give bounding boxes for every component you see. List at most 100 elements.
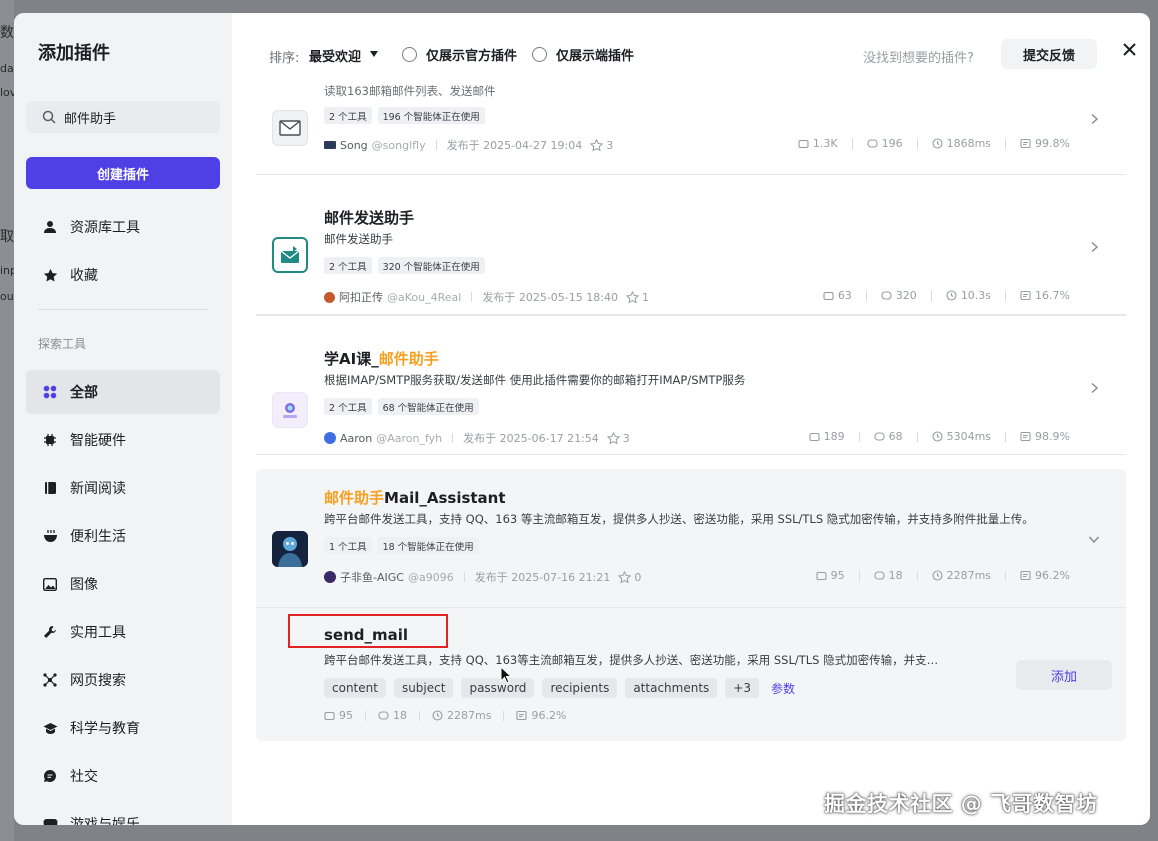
sidebar-divider (38, 309, 208, 310)
feedback-button[interactable]: 提交反馈 (1001, 39, 1097, 69)
sidebar-item-label: 便利生活 (70, 529, 126, 545)
section-label: 探索工具 (38, 337, 87, 351)
plugin-name: 邮件发送助手 (324, 209, 415, 227)
radio-label: 仅展示官方插件 (426, 49, 518, 64)
agent-icon (874, 432, 885, 441)
author-name[interactable]: Song (340, 139, 368, 152)
star-count[interactable]: 1 (625, 290, 649, 304)
robot-avatar-logo (272, 531, 308, 567)
avatar (324, 432, 336, 444)
plugin-card[interactable]: 读取163邮箱邮件列表、发送邮件 2 个工具 196 个智能体正在使用 Song… (256, 85, 1126, 175)
toolbar: 排序: 最受欢迎 仅展示官方插件 仅展示端插件 没找到想要的插件? 提交反馈 (232, 13, 1150, 85)
param-chip: subject (393, 678, 454, 698)
sidebar-item-web-search[interactable]: 网页搜索 (26, 658, 220, 702)
sidebar-item-favorites[interactable]: 收藏 (26, 253, 220, 297)
params-link[interactable]: 参数 (771, 680, 795, 697)
star-outline-icon (590, 138, 604, 151)
avatar (324, 571, 336, 583)
sidebar-item-label: 新闻阅读 (70, 481, 126, 497)
sidebar-item-games[interactable]: 游戏与娱乐 (26, 802, 220, 825)
chevron-right-icon[interactable] (1088, 113, 1100, 125)
backdrop-text: 取 (0, 229, 14, 245)
author-handle: @Aaron_fyh (376, 431, 443, 445)
latency-stat: 2287ms (432, 709, 491, 722)
add-plugin-modal: 添加插件 邮件助手 创建插件 资源库工具 收藏 探索工具 全部 智能硬件 新闻阅… (14, 13, 1150, 825)
chevron-down-icon[interactable] (1088, 533, 1100, 545)
success-rate-stat: 96.2% (516, 709, 566, 722)
param-more-chip[interactable]: +3 (725, 678, 759, 698)
chip-icon (42, 432, 58, 448)
sidebar-item-news[interactable]: 新闻阅读 (26, 466, 220, 510)
plugin-card[interactable]: 邮件发送助手 邮件发送助手 2 个工具 320 个智能体正在使用 阿扣正传 @a… (256, 175, 1126, 315)
not-found-hint: 没找到想要的插件? (863, 51, 974, 66)
agent-icon (378, 711, 389, 720)
chevron-right-icon[interactable] (1088, 241, 1100, 253)
publish-date: 发布于 2025-06-17 21:54 (463, 432, 599, 445)
tool-count-tag: 2 个工具 (324, 398, 372, 415)
bots-stat: 18 (874, 569, 903, 582)
sidebar-item-label: 网页搜索 (70, 673, 126, 689)
bots-stat: 18 (378, 709, 407, 722)
add-tool-button[interactable]: 添加 (1016, 660, 1112, 690)
doc-icon (1020, 570, 1031, 581)
author-handle: @aKou_4Real (387, 290, 462, 304)
sidebar-item-education[interactable]: 科学与教育 (26, 706, 220, 750)
bots-stat: 196 (867, 137, 903, 150)
sidebar-item-all[interactable]: 全部 (26, 370, 220, 414)
author-name[interactable]: 子非鱼-AIGC (340, 569, 404, 585)
radio-label: 仅展示端插件 (556, 49, 635, 64)
tool-count-tag: 1 个工具 (324, 537, 372, 554)
star-count[interactable]: 0 (618, 570, 641, 584)
param-list: content subject password recipients atta… (324, 678, 795, 698)
caret-down-icon[interactable] (370, 51, 378, 57)
author-name[interactable]: Aaron (340, 432, 372, 445)
star-outline-icon (618, 570, 632, 583)
plugin-name: 邮件助手Mail_Assistant (324, 489, 506, 507)
author-handle: @songlfly (371, 138, 426, 152)
tool-description: 跨平台邮件发送工具，支持 QQ、163等主流邮箱互发，提供多人抄送、密送功能，采… (324, 653, 939, 667)
chevron-right-icon[interactable] (1088, 382, 1100, 394)
bot-icon (809, 432, 820, 442)
sidebar-item-hardware[interactable]: 智能硬件 (26, 418, 220, 462)
radio-circle[interactable] (402, 47, 417, 62)
filter-client-radio[interactable]: 仅展示端插件 (532, 45, 634, 64)
plugin-card[interactable]: 学AI课_邮件助手 根据IMAP/SMTP服务获取/发送邮件 使用此插件需要你的… (256, 315, 1126, 455)
sort-dropdown[interactable]: 最受欢迎 (309, 46, 361, 65)
divider (452, 433, 454, 443)
sidebar-item-library-tools[interactable]: 资源库工具 (26, 205, 220, 249)
filter-official-radio[interactable]: 仅展示官方插件 (402, 45, 517, 64)
agent-icon (874, 571, 885, 580)
sidebar-item-social[interactable]: 社交 (26, 754, 220, 798)
create-plugin-button[interactable]: 创建插件 (26, 157, 220, 189)
close-icon[interactable] (1120, 40, 1138, 58)
modal-title: 添加插件 (38, 43, 110, 64)
sidebar-item-utilities[interactable]: 实用工具 (26, 610, 220, 654)
tool-count-tag: 2 个工具 (324, 107, 372, 124)
author-name[interactable]: 阿扣正传 (339, 289, 383, 305)
bots-stat: 68 (874, 430, 903, 443)
backdrop-edge (0, 0, 14, 841)
radio-circle[interactable] (532, 47, 547, 62)
sidebar-item-image[interactable]: 图像 (26, 562, 220, 606)
param-chip: attachments (625, 678, 718, 698)
calls-stat: 95 (324, 709, 353, 722)
ai-course-logo (272, 392, 308, 428)
search-input[interactable]: 邮件助手 (26, 101, 220, 133)
grid-icon (42, 384, 58, 400)
doc-icon (1020, 290, 1031, 301)
plugin-description: 邮件发送助手 (324, 232, 393, 246)
clock-icon (932, 570, 943, 581)
star-count[interactable]: 3 (606, 431, 630, 445)
plugin-description: 根据IMAP/SMTP服务获取/发送邮件 使用此插件需要你的邮箱打开IMAP/S… (324, 373, 746, 387)
clock-icon (946, 290, 957, 301)
star-count[interactable]: 3 (590, 138, 613, 152)
sidebar-item-label: 图像 (70, 577, 98, 593)
agent-icon (881, 291, 892, 300)
bot-icon (324, 711, 335, 721)
latency-stat: 10.3s (946, 289, 991, 302)
search-icon (42, 110, 56, 124)
sidebar-item-lifestyle[interactable]: 便利生活 (26, 514, 220, 558)
gamepad-icon (42, 816, 58, 825)
publish-date: 发布于 2025-05-15 18:40 (482, 291, 618, 304)
publish-date: 发布于 2025-04-27 19:04 (446, 139, 583, 152)
